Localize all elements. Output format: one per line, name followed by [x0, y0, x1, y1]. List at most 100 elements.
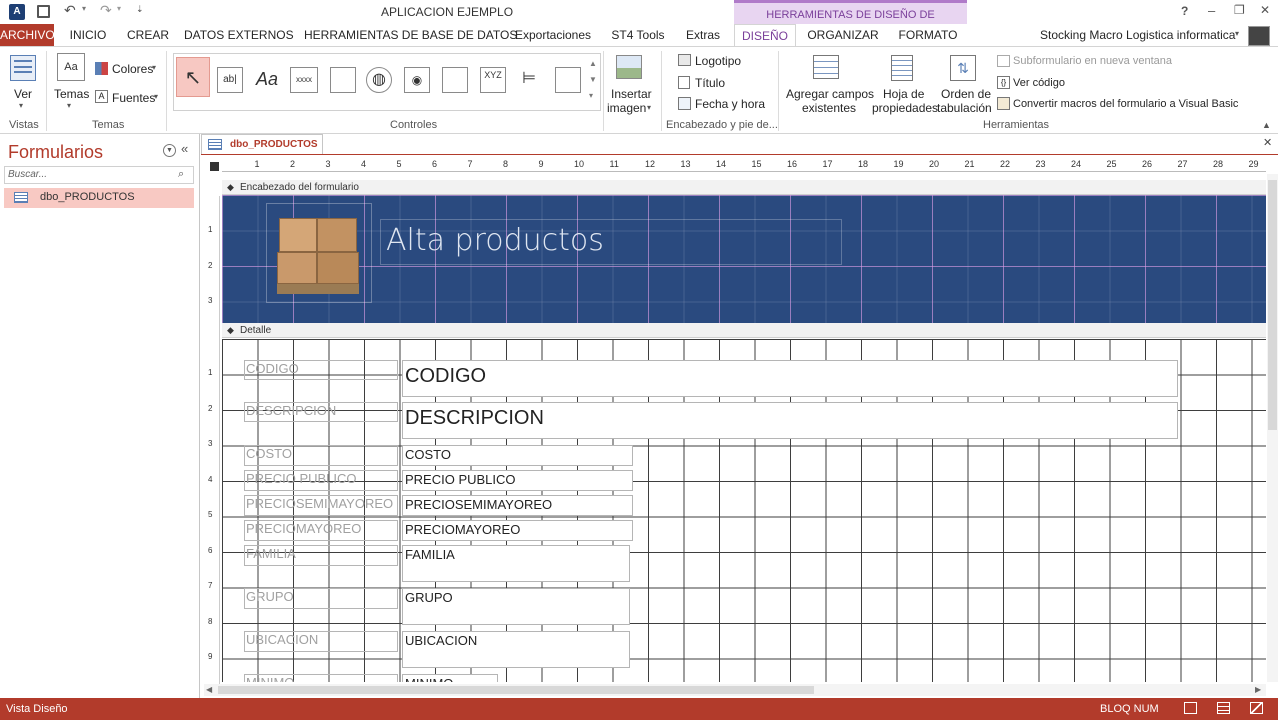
- themes-dropdown-icon[interactable]: ▾: [67, 101, 71, 110]
- layout-view-icon[interactable]: [1217, 702, 1230, 714]
- logo-icon[interactable]: [678, 54, 691, 66]
- tab-st4-tools[interactable]: ST4 Tools: [606, 24, 670, 46]
- scroll-thumb[interactable]: [218, 686, 814, 694]
- user-name[interactable]: Stocking Macro Logistica informatica: [1040, 24, 1235, 46]
- field-label-grupo[interactable]: GRUPO: [244, 588, 398, 609]
- tab-exportaciones[interactable]: Exportaciones: [512, 24, 594, 46]
- ruler-corner[interactable]: [210, 162, 219, 171]
- gallery-scroll-down-icon[interactable]: ▼: [589, 75, 597, 84]
- vertical-scrollbar[interactable]: [1267, 174, 1278, 682]
- view-icon[interactable]: [10, 55, 36, 81]
- tab-order-icon[interactable]: ⇅: [950, 55, 976, 81]
- nav-pane-collapse-icon[interactable]: «: [181, 141, 188, 156]
- tab-crear[interactable]: CREAR: [124, 24, 172, 46]
- date-time-icon[interactable]: [678, 97, 691, 110]
- insert-image-dropdown-icon[interactable]: ▾: [647, 103, 651, 112]
- field-label-preciomayoreo[interactable]: PRECIOMAYOREO: [244, 520, 398, 541]
- themes-icon[interactable]: Aa: [57, 53, 85, 81]
- themes-button[interactable]: Temas: [54, 87, 89, 101]
- tab-order-button-line2[interactable]: tabulación: [937, 101, 992, 115]
- save-icon[interactable]: [37, 5, 50, 18]
- insert-image-button-line2[interactable]: imagen: [607, 101, 646, 115]
- option-group-control-icon[interactable]: XYZ: [480, 67, 506, 93]
- tab-diseno[interactable]: DISEÑO: [734, 24, 796, 47]
- horizontal-scrollbar[interactable]: ◀ ▶: [204, 684, 1266, 696]
- colors-dropdown-icon[interactable]: ▾: [152, 63, 156, 72]
- field-codigo[interactable]: CODIGO: [402, 360, 1178, 397]
- form-header-section[interactable]: Alta productos: [222, 195, 1266, 323]
- fonts-icon[interactable]: A: [95, 90, 108, 103]
- add-fields-button-line2[interactable]: existentes: [802, 101, 856, 115]
- logotipo-button[interactable]: Logotipo: [695, 54, 741, 68]
- property-sheet-icon[interactable]: [891, 55, 913, 81]
- user-dropdown-icon[interactable]: ▾: [1235, 29, 1239, 38]
- fonts-button[interactable]: Fuentes: [112, 91, 155, 105]
- field-label-descripcion[interactable]: DESCRIPCION: [244, 402, 398, 422]
- scroll-thumb[interactable]: [1268, 180, 1277, 430]
- field-label-familia[interactable]: FAMILIA: [244, 545, 398, 566]
- nav-pane-title[interactable]: Formularios: [8, 142, 103, 163]
- convert-macros-icon[interactable]: [997, 97, 1010, 110]
- fonts-dropdown-icon[interactable]: ▾: [154, 92, 158, 101]
- convert-macros-button[interactable]: Convertir macros del formulario a Visual…: [1013, 97, 1238, 111]
- field-familia[interactable]: FAMILIA: [402, 545, 630, 582]
- title-icon[interactable]: [678, 76, 690, 89]
- gallery-scroll-up-icon[interactable]: ▲: [589, 59, 597, 68]
- undo-dropdown-icon[interactable]: ▾: [82, 4, 86, 13]
- view-button[interactable]: Ver: [14, 87, 32, 101]
- detail-bar[interactable]: ◆ Detalle: [222, 323, 1266, 338]
- form-header-bar[interactable]: ◆ Encabezado del formulario: [222, 180, 1266, 195]
- tab-order-button-line1[interactable]: Orden de: [941, 87, 991, 101]
- subform-icon[interactable]: [997, 55, 1010, 67]
- add-fields-button-line1[interactable]: Agregar campos: [786, 87, 874, 101]
- fecha-hora-button[interactable]: Fecha y hora: [695, 97, 765, 111]
- textbox-control-icon[interactable]: ab|: [217, 67, 243, 93]
- property-sheet-button-line1[interactable]: Hoja de: [883, 87, 924, 101]
- field-label-preciosemimayoreo[interactable]: PRECIOSEMIMAYOREO: [244, 495, 398, 516]
- gallery-more-icon[interactable]: ▾: [589, 91, 593, 100]
- help-button[interactable]: ?: [1181, 4, 1188, 18]
- colors-button[interactable]: Colores: [112, 62, 153, 76]
- tab-organizar[interactable]: ORGANIZAR: [804, 24, 882, 46]
- design-view-icon[interactable]: [1250, 702, 1263, 714]
- view-code-icon[interactable]: {}: [997, 76, 1010, 89]
- scroll-right-icon[interactable]: ▶: [1255, 685, 1261, 694]
- select-pointer-icon[interactable]: ↖: [176, 57, 210, 97]
- button-control-icon[interactable]: xxxx: [290, 67, 318, 93]
- hyperlink-control-icon[interactable]: ◍: [366, 67, 392, 93]
- restore-button[interactable]: ❐: [1234, 3, 1245, 17]
- customize-toolbar-icon[interactable]: ⇣: [136, 4, 144, 15]
- product-boxes-image[interactable]: [266, 203, 372, 303]
- field-costo[interactable]: COSTO: [402, 445, 633, 466]
- document-tab[interactable]: dbo_PRODUCTOS: [201, 134, 323, 154]
- redo-dropdown-icon[interactable]: ▾: [117, 4, 121, 13]
- minimize-button[interactable]: –: [1208, 3, 1215, 18]
- page-break-control-icon[interactable]: ⊨: [516, 67, 542, 93]
- web-browser-control-icon[interactable]: ◉: [404, 67, 430, 93]
- tab-inicio[interactable]: INICIO: [64, 24, 112, 46]
- tab-formato[interactable]: FORMATO: [890, 24, 966, 46]
- nav-pane-menu-icon[interactable]: ▼: [163, 144, 176, 157]
- undo-icon[interactable]: ↶: [64, 2, 76, 19]
- tab-datos-externos[interactable]: DATOS EXTERNOS: [184, 24, 294, 46]
- tab-herramientas-bd[interactable]: HERRAMIENTAS DE BASE DE DATOS: [304, 24, 517, 46]
- list-item[interactable]: dbo_PRODUCTOS: [4, 188, 194, 208]
- insert-image-icon[interactable]: [616, 55, 642, 79]
- field-label-minimo[interactable]: MINIMO: [244, 674, 398, 682]
- field-descripcion[interactable]: DESCRIPCION: [402, 402, 1178, 439]
- field-preciomayoreo[interactable]: PRECIOMAYOREO: [402, 520, 633, 541]
- collapse-ribbon-icon[interactable]: ▲: [1262, 120, 1271, 130]
- titulo-button[interactable]: Título: [695, 76, 725, 90]
- view-code-button[interactable]: Ver código: [1013, 76, 1065, 90]
- field-label-costo[interactable]: COSTO: [244, 445, 398, 466]
- tab-archivo[interactable]: ARCHIVO: [0, 24, 55, 46]
- form-title[interactable]: Alta productos: [386, 223, 604, 258]
- view-dropdown-icon[interactable]: ▾: [19, 101, 23, 110]
- detail-section[interactable]: CODIGO CODIGO DESCRIPCION DESCRIPCION CO…: [222, 339, 1266, 682]
- label-control-icon[interactable]: Aa: [254, 67, 280, 93]
- scroll-left-icon[interactable]: ◀: [206, 685, 212, 694]
- combo-box-control-icon[interactable]: [555, 67, 581, 93]
- tab-control-icon[interactable]: [330, 67, 356, 93]
- redo-icon[interactable]: ↷: [100, 2, 112, 19]
- field-minimo[interactable]: MINIMO: [402, 674, 498, 682]
